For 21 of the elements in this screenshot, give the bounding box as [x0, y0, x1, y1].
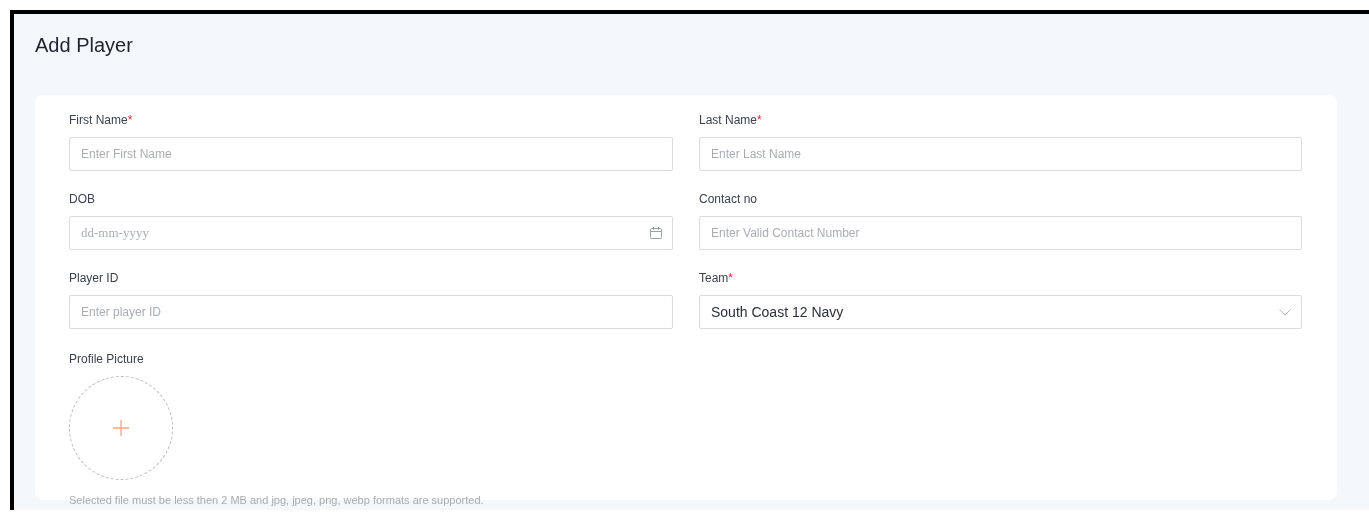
page-title: Add Player: [35, 33, 134, 58]
required-mark: *: [728, 271, 733, 285]
field-label: Team: [699, 271, 729, 285]
field-label: Contact no: [699, 192, 758, 206]
input-field[interactable]: Enter Valid Contact Number: [699, 216, 1302, 250]
hint-text: Selected file must be less then 2 MB and jpg, jpeg, png, webp formats are supported.: [69, 494, 485, 506]
required-mark: *: [127, 113, 133, 127]
input-field[interactable]: Enter First Name: [69, 137, 673, 171]
input-field[interactable]: Enter Last Name: [699, 137, 1302, 171]
required-mark: *: [757, 113, 762, 127]
calendar-icon[interactable]: [650, 227, 662, 239]
field-label: First Name: [69, 113, 128, 127]
date-field[interactable]: dd-mm-yyyy: [69, 216, 673, 250]
field-label: Player ID: [69, 271, 119, 285]
team-dropdown[interactable]: South Coast 12 Navy: [699, 295, 1302, 329]
input-field[interactable]: Enter player ID: [69, 295, 673, 329]
field-label: DOB: [69, 192, 95, 206]
field-label: Last Name: [699, 113, 758, 127]
plus-icon: [112, 419, 130, 437]
field-label: Profile Picture: [69, 352, 145, 366]
chevron-down-icon: [1279, 308, 1291, 316]
